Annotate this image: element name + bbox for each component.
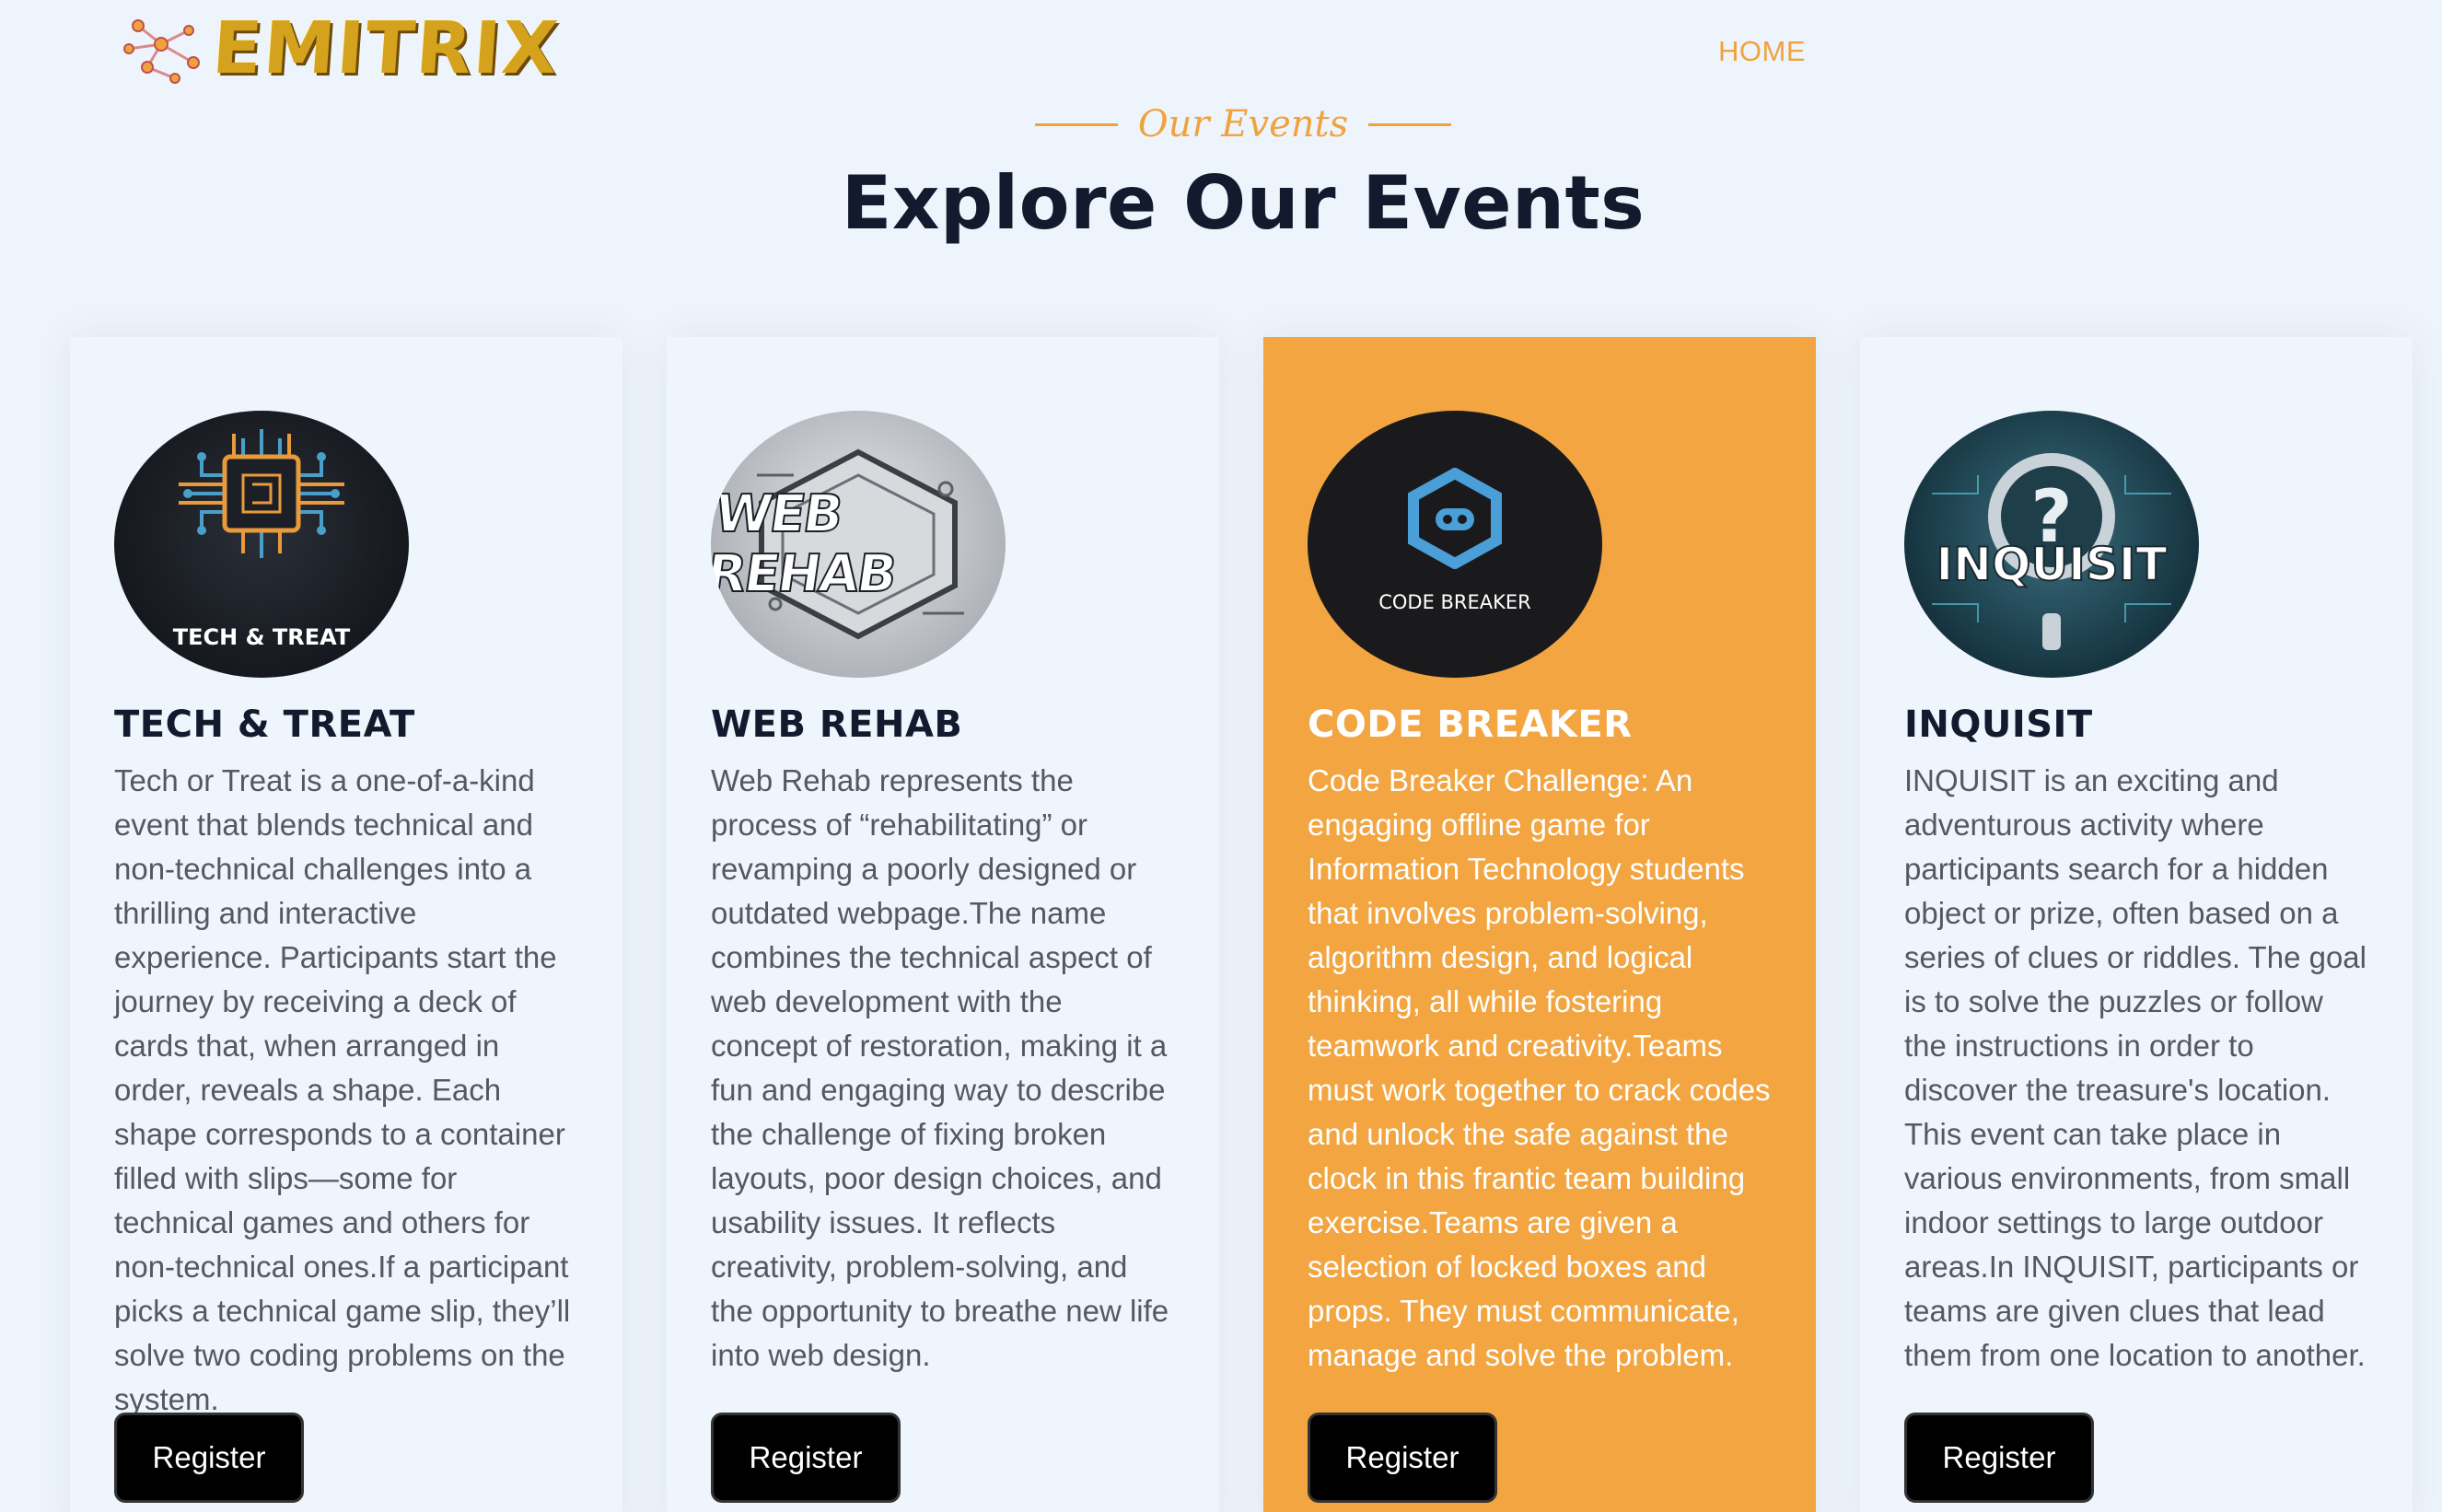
event-image: TECH & TREAT [114, 411, 409, 678]
circuit-chip-icon [179, 429, 344, 558]
event-card-tech-treat: TECH & TREAT TECH & TREAT Tech or Treat … [70, 337, 622, 1512]
event-title: TECH & TREAT [114, 704, 415, 746]
events-heading: Our Events Explore Our Events [0, 92, 2442, 246]
register-button[interactable]: Register [1904, 1413, 2094, 1503]
event-description: INQUISIT is an exciting and adventurous … [1904, 763, 2366, 1372]
nav-home-link[interactable]: HOME [1718, 35, 1806, 68]
register-button[interactable]: Register [114, 1413, 304, 1503]
event-image: WEB REHAB [711, 411, 1006, 678]
register-button[interactable]: Register [1308, 1413, 1497, 1503]
event-image-label: WEB REHAB [711, 483, 900, 605]
eyebrow-divider-right [1368, 122, 1452, 126]
event-image-label: TECH & TREAT [172, 624, 351, 650]
brand-wordmark: EMITRIX [209, 6, 563, 90]
site-header: EMITRIX HOME [0, 0, 2442, 101]
section-eyebrow: Our Events [0, 92, 2442, 157]
event-image: CODE BREAKER [1308, 411, 1602, 678]
event-image: ? INQUISIT [1904, 411, 2199, 678]
event-title: CODE BREAKER [1308, 704, 1633, 746]
event-description: Web Rehab represents the process of “reh… [711, 763, 1169, 1372]
eyebrow-text: Our Events [1137, 103, 1349, 145]
event-description: Tech or Treat is a one-of-a-kind event t… [114, 763, 571, 1416]
event-image-label: CODE BREAKER [1378, 591, 1531, 613]
network-nodes-icon [123, 18, 200, 84]
event-card-inquisit: ? INQUISIT INQUISIT INQUISIT is an excit… [1860, 337, 2413, 1512]
hexagon-mask-icon [1408, 468, 1502, 569]
register-button[interactable]: Register [711, 1413, 901, 1503]
brand-logo[interactable]: EMITRIX [120, 7, 563, 90]
event-card-code-breaker: CODE BREAKER CODE BREAKER Code Breaker C… [1263, 337, 1816, 1512]
event-description: Code Breaker Challenge: An engaging offl… [1308, 763, 1771, 1372]
eyebrow-divider-left [1034, 122, 1118, 126]
event-card-web-rehab: WEB REHAB WEB REHAB Web Rehab represents… [667, 337, 1219, 1512]
event-title: WEB REHAB [711, 704, 963, 746]
event-image-label: INQUISIT [1936, 537, 2169, 592]
event-title: INQUISIT [1904, 704, 2093, 746]
page-title: Explore Our Events [841, 160, 1645, 246]
event-cards: TECH & TREAT TECH & TREAT Tech or Treat … [0, 337, 2442, 1512]
